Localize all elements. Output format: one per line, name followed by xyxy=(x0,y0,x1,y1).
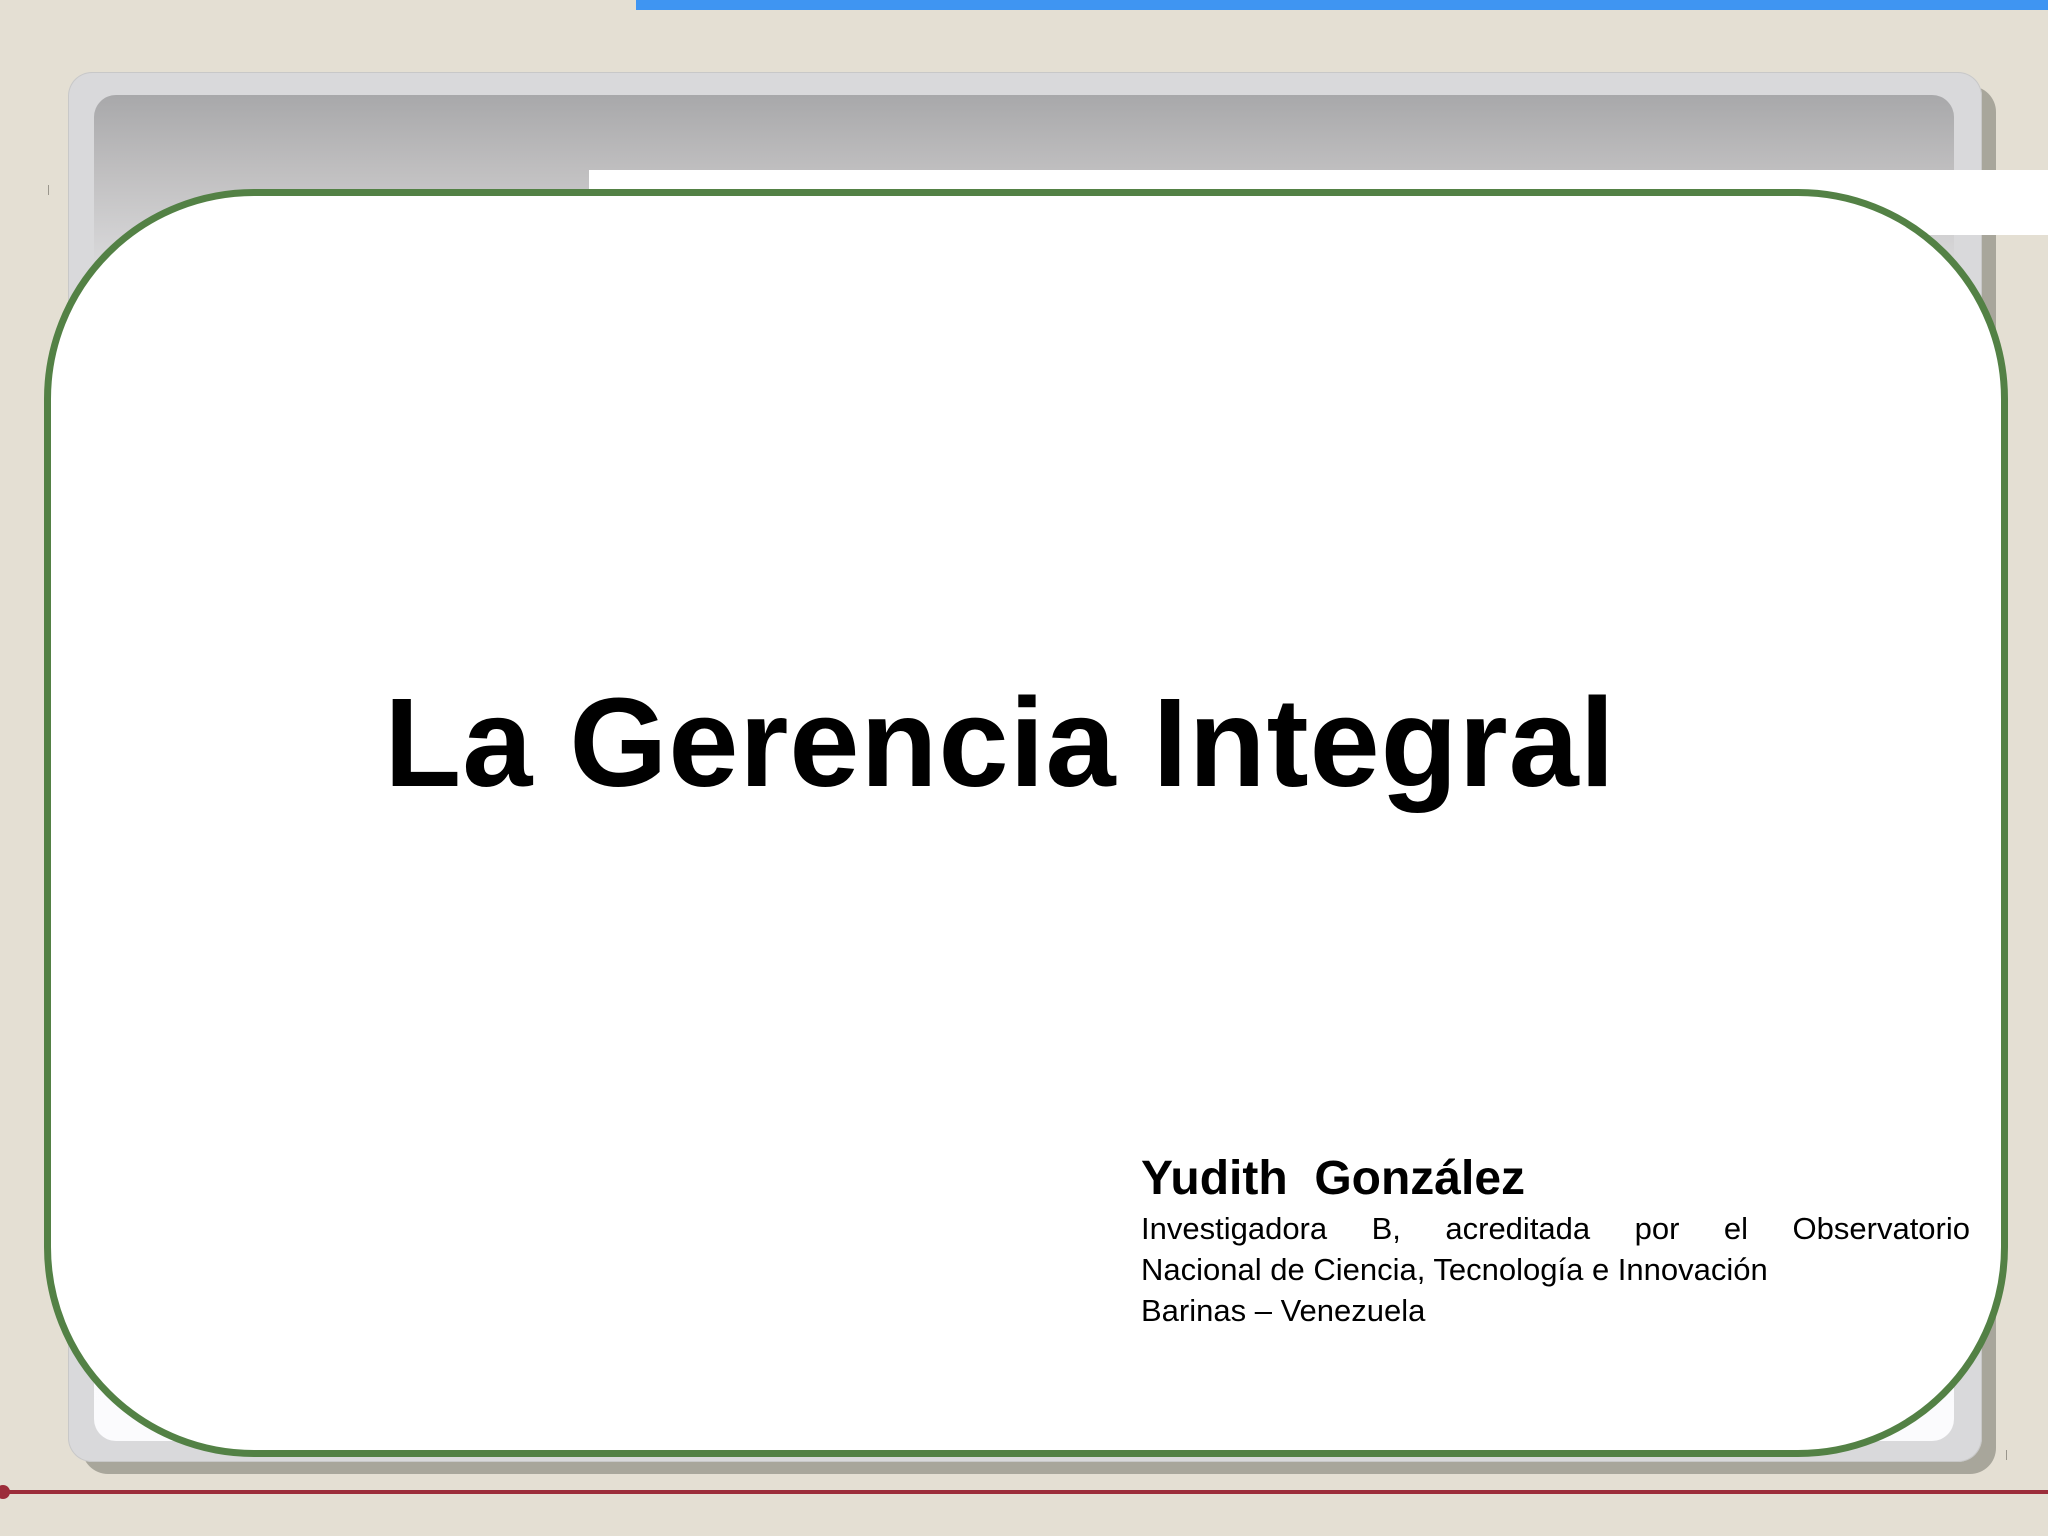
author-location: Barinas – Venezuela xyxy=(1141,1292,1426,1328)
top-accent-bar xyxy=(636,0,2048,10)
slide-title: La Gerencia Integral xyxy=(384,672,1616,813)
right-tick-mark xyxy=(2006,1450,2007,1460)
bottom-rule xyxy=(0,1490,2048,1494)
bottom-rule-endpoint xyxy=(0,1485,10,1499)
author-name: Yudith González xyxy=(1141,1152,1526,1205)
author-affiliation-line-1: Investigadora B, acreditada por el Obser… xyxy=(1141,1210,1970,1246)
left-tick-mark xyxy=(48,185,49,195)
author-block: Yudith González Investigadora B, acredit… xyxy=(1141,1150,1970,1331)
author-affiliation-line-2: Nacional de Ciencia, Tecnología e Innova… xyxy=(1141,1251,1768,1287)
